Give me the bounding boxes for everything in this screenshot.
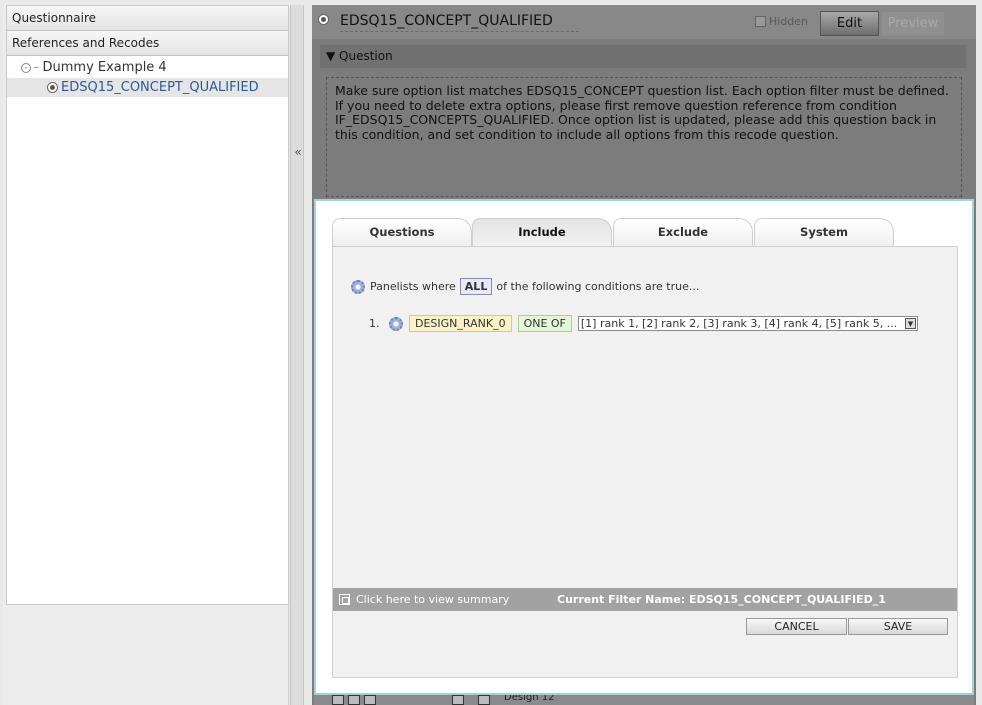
tab-system[interactable]: System: [754, 218, 894, 246]
match-mode-toggle[interactable]: ALL: [459, 278, 493, 295]
save-button[interactable]: SAVE: [848, 618, 948, 635]
gear-icon[interactable]: [389, 316, 403, 331]
tab-exclude[interactable]: Exclude: [613, 218, 753, 246]
tree-item-label: Dummy Example 4: [42, 60, 167, 75]
condition-suffix: of the following conditions are true...: [496, 280, 700, 293]
move-up-icon[interactable]: [348, 695, 360, 705]
condition-group-header: Panelists where ALL of the following con…: [351, 278, 699, 295]
hidden-checkbox[interactable]: Hidden: [755, 15, 808, 28]
dropdown-arrow-icon[interactable]: [452, 695, 464, 705]
selected-options: [1] rank 1, [2] rank 2, [3] rank 3, [4] …: [580, 317, 898, 330]
summary-bar: Click here to view summary Current Filte…: [333, 588, 957, 611]
gear-icon[interactable]: [351, 279, 365, 294]
tab-include[interactable]: Include: [472, 218, 612, 246]
panel-splitter[interactable]: «: [290, 5, 304, 705]
collapse-panel-button[interactable]: «: [292, 145, 304, 159]
question-radio-icon: [47, 82, 58, 93]
tree-item-dummy-example[interactable]: - – Dummy Example 4: [21, 60, 167, 75]
condition-options-select[interactable]: [1] rank 1, [2] rank 2, [3] rank 3, [4] …: [577, 316, 918, 331]
tree-item-label: EDSQ15_CONCEPT_QUALIFIED: [61, 80, 259, 95]
dropdown-arrow-icon[interactable]: ▼: [904, 318, 916, 329]
questionnaire-header[interactable]: Questionnaire: [7, 6, 288, 31]
tree-item-edsq15-concept-qualified[interactable]: EDSQ15_CONCEPT_QUALIFIED: [7, 78, 288, 97]
include-tab-panel: Panelists where ALL of the following con…: [332, 246, 958, 678]
view-summary-link[interactable]: Click here to view summary: [339, 588, 509, 611]
close-icon[interactable]: [332, 695, 344, 705]
tree-connector: –: [33, 60, 40, 75]
collapse-node-icon[interactable]: -: [21, 62, 31, 73]
checkbox-icon[interactable]: [755, 16, 766, 27]
summary-link-label: Click here to view summary: [356, 593, 510, 606]
option-filter-dialog: Questions Include Exclude System Panelis…: [314, 199, 974, 695]
condition-variable[interactable]: DESIGN_RANK_0: [409, 315, 512, 332]
bottom-toolbar: Design 12: [314, 695, 974, 705]
preview-tab-button[interactable]: Preview: [882, 12, 944, 35]
question-section-header[interactable]: ▼ Question: [320, 45, 966, 68]
references-recodes-header[interactable]: References and Recodes: [7, 31, 288, 56]
condition-prefix: Panelists where: [370, 280, 456, 293]
design-label: Design 12: [504, 695, 555, 703]
edit-tab-button[interactable]: Edit: [820, 11, 879, 36]
question-radio-icon: [318, 14, 329, 25]
tab-questions[interactable]: Questions: [332, 218, 472, 246]
filter-tabs: Questions Include Exclude System: [332, 218, 958, 246]
cancel-button[interactable]: CANCEL: [746, 618, 847, 635]
hidden-label: Hidden: [769, 15, 809, 28]
recode-tree: - – Dummy Example 4 EDSQ15_CONCEPT_QUALI…: [7, 56, 288, 116]
current-filter-name: Current Filter Name: EDSQ15_CONCEPT_QUAL…: [557, 593, 886, 606]
left-panel: Questionnaire References and Recodes - –…: [3, 5, 289, 705]
condition-operator[interactable]: ONE OF: [517, 315, 572, 332]
move-down-icon[interactable]: [364, 695, 376, 705]
navigation-tree-panel: Questionnaire References and Recodes - –…: [6, 5, 289, 605]
condition-row: 1. DESIGN_RANK_0 ONE OF [1] rank 1, [2] …: [369, 315, 918, 332]
edit-icon[interactable]: [478, 695, 490, 705]
question-title-bar: EDSQ15_CONCEPT_QUALIFIED Hidden Edit Pre…: [312, 5, 976, 39]
question-title[interactable]: EDSQ15_CONCEPT_QUALIFIED: [340, 13, 579, 32]
summary-icon: [339, 594, 350, 605]
question-text[interactable]: Make sure option list matches EDSQ15_CON…: [326, 77, 962, 197]
condition-number: 1.: [369, 317, 380, 330]
